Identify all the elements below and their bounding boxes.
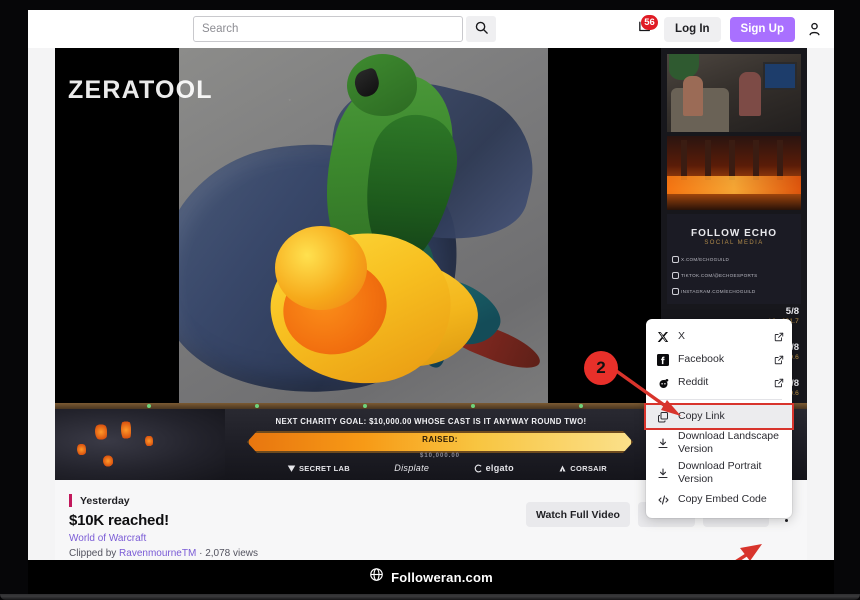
device-frame: 56 Log In Sign Up <box>0 0 860 600</box>
charity-raised-label: RAISED: <box>247 435 633 444</box>
share-menu-label: X <box>678 330 765 343</box>
reddit-icon <box>656 377 670 389</box>
clip-views: 2,078 views <box>205 548 258 559</box>
clipped-by-label: Clipped by <box>69 548 119 559</box>
follow-card-link-x: X.COM/ECHOGUILD <box>681 257 729 262</box>
x-twitter-icon <box>656 331 670 343</box>
search-button[interactable] <box>466 16 496 42</box>
follow-card-link-instagram: INSTAGRAM.COM/ECHOGUILD <box>681 289 755 294</box>
sponsor-label: SECRET LAB <box>299 464 350 473</box>
sponsor-label: Displate <box>394 463 429 473</box>
copy-icon <box>656 411 670 423</box>
external-link-icon <box>773 378 784 388</box>
globe-icon <box>369 567 384 587</box>
meta-separator: · <box>196 548 205 559</box>
login-button[interactable]: Log In <box>664 17 721 42</box>
clip-title: $10K reached! <box>69 512 169 529</box>
watch-full-video-button[interactable]: Watch Full Video <box>526 502 630 527</box>
clip-game-link[interactable]: World of Warcraft <box>69 533 146 544</box>
share-menu-item-x[interactable]: X <box>646 325 792 348</box>
inbox-button[interactable]: 56 <box>633 18 655 40</box>
share-menu-divider <box>656 399 782 400</box>
download-landscape-menu-item[interactable]: Download Landscape Version <box>646 428 792 458</box>
sponsor-corsair: CORSAIR <box>558 464 607 473</box>
clip-date: Yesterday <box>80 495 130 507</box>
page-content: ZERATOOL FOLLOW ECHO SOC <box>28 48 834 560</box>
header-actions: 56 Log In Sign Up <box>633 10 824 48</box>
site-header: 56 Log In Sign Up <box>28 10 834 48</box>
share-menu-label: Facebook <box>678 353 765 366</box>
download-icon <box>656 467 670 480</box>
share-menu-label: Download Portrait Version <box>678 460 784 486</box>
facebook-icon <box>656 354 670 366</box>
follow-card-subtitle: SOCIAL MEDIA <box>667 240 801 246</box>
site-footer: Followeran.com <box>28 560 834 594</box>
sidebar-thumb-follow-echo-card: FOLLOW ECHO SOCIAL MEDIA X.COM/ECHOGUILD… <box>667 214 801 304</box>
share-menu-label: Copy Link <box>678 410 784 423</box>
share-dropdown-menu: X Facebook <box>646 319 792 518</box>
signup-button[interactable]: Sign Up <box>730 17 795 42</box>
account-icon[interactable] <box>804 18 824 40</box>
download-portrait-menu-item[interactable]: Download Portrait Version <box>646 458 792 488</box>
share-menu-label: Reddit <box>678 376 765 389</box>
footer-brand: Followeran.com <box>391 570 493 585</box>
date-accent-bar <box>69 494 72 507</box>
sidebar-thumb-studio-couch-cam <box>667 54 801 132</box>
external-link-icon <box>773 355 784 365</box>
download-icon <box>656 437 670 450</box>
sponsor-label: CORSAIR <box>570 464 607 473</box>
clip-author-link[interactable]: RavenmourneTM <box>119 548 196 559</box>
sponsor-elgato: elgato <box>474 463 514 473</box>
follow-card-title: FOLLOW ECHO <box>667 228 801 239</box>
stream-watermark: ZERATOOL <box>68 76 213 105</box>
inbox-badge: 56 <box>641 15 658 30</box>
sponsor-secretlab: SECRET LAB <box>287 464 350 473</box>
share-menu-item-reddit[interactable]: Reddit <box>646 371 792 394</box>
share-menu-label: Download Landscape Version <box>678 430 784 456</box>
follow-card-link-tiktok: TIKTOK.COM/@ECHOESPORTS <box>681 273 757 278</box>
sponsor-displate: Displate <box>394 463 429 473</box>
external-link-icon <box>773 332 784 342</box>
clip-meta: Clipped by RavenmourneTM · 2,078 views <box>69 548 258 559</box>
code-icon <box>656 494 670 506</box>
conure-head <box>275 226 367 310</box>
search-bar <box>193 16 496 42</box>
charity-raised-amount: $10,000.00 <box>247 453 633 459</box>
roster-score: 5/8 <box>786 306 799 317</box>
copy-embed-code-menu-item[interactable]: Copy Embed Code <box>646 489 792 512</box>
clip-date-row: Yesterday <box>69 494 130 507</box>
search-input[interactable] <box>193 16 463 42</box>
annotation-marker-2: 2 <box>584 351 618 385</box>
search-icon <box>474 20 489 38</box>
copy-link-menu-item[interactable]: Copy Link <box>646 405 792 428</box>
sidebar-thumb-raid-gameplay <box>667 136 801 210</box>
share-menu-item-facebook[interactable]: Facebook <box>646 348 792 371</box>
sponsor-label: elgato <box>486 463 514 473</box>
share-menu-label: Copy Embed Code <box>678 493 784 506</box>
sponsor-logos: SECRET LAB Displate elgato CORSAIR <box>287 463 607 473</box>
browser-page: 56 Log In Sign Up <box>28 10 834 560</box>
